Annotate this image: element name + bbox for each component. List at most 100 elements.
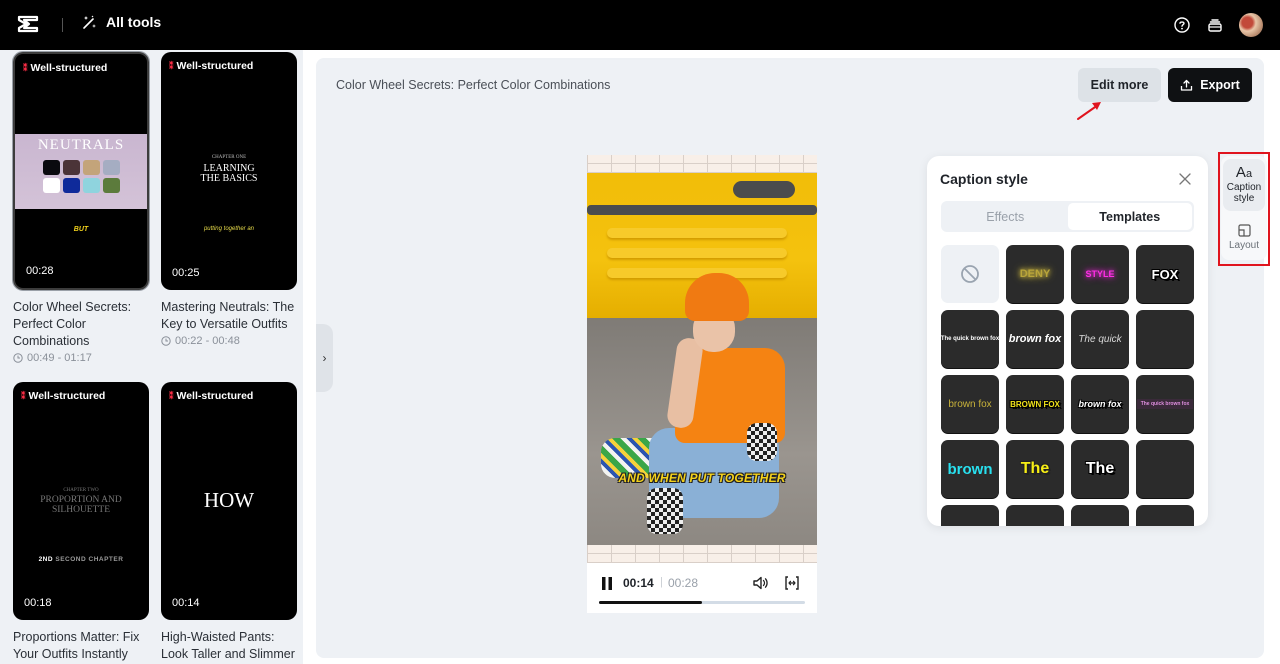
caption-template[interactable]: brown bbox=[941, 440, 999, 498]
clip-title[interactable]: Mastering Neutrals: The Key to Versatile… bbox=[161, 299, 297, 333]
layout-icon bbox=[1237, 224, 1251, 237]
thumbnail-caption: putting together an bbox=[203, 226, 255, 232]
caption-template[interactable] bbox=[1006, 505, 1064, 526]
tool-rail-highlight: Aa Caption style Layout bbox=[1218, 152, 1270, 266]
caption-template[interactable]: DENY bbox=[1006, 245, 1064, 303]
annotation-arrow-icon bbox=[1077, 102, 1101, 120]
template-preview-text: BROWN FOX bbox=[1010, 399, 1060, 409]
caption-template[interactable]: The quick brown fox bbox=[1136, 375, 1194, 433]
thumbnail-neutrals-palette: NEUTRALS bbox=[15, 134, 147, 209]
caption-template[interactable]: brown fox bbox=[1071, 375, 1129, 433]
inbox-tray-icon[interactable] bbox=[1207, 17, 1223, 33]
sparkle-icon: ⁑ bbox=[169, 390, 173, 401]
video-top-border bbox=[587, 155, 817, 173]
caption-tabs: Effects Templates bbox=[941, 201, 1194, 232]
thumbnail-heading: HOW bbox=[203, 488, 255, 512]
template-preview-text: DENY bbox=[1019, 268, 1051, 280]
rail-item-caption-style[interactable]: Aa Caption style bbox=[1223, 159, 1265, 211]
caption-template[interactable] bbox=[1071, 505, 1129, 526]
quality-badge: ⁑ Well-structured bbox=[23, 62, 108, 74]
volume-icon[interactable] bbox=[752, 575, 769, 591]
caption-template[interactable]: The quick bbox=[1071, 310, 1129, 368]
close-icon[interactable] bbox=[1178, 172, 1192, 186]
clip-title[interactable]: High-Waisted Pants: Look Taller and Slim… bbox=[161, 629, 297, 663]
template-preview-text: brown fox bbox=[948, 398, 992, 410]
caption-panel-title: Caption style bbox=[940, 171, 1028, 187]
clip-card[interactable]: ⁑ Well-structured CHAPTER TWO PROPORTION… bbox=[13, 382, 149, 663]
clip-thumbnail[interactable]: ⁑ Well-structured CHAPTER ONE LEARNING T… bbox=[161, 52, 297, 290]
rail-item-layout[interactable]: Layout bbox=[1223, 218, 1265, 256]
chevron-right-icon: › bbox=[322, 351, 327, 365]
color-swatch bbox=[103, 178, 120, 193]
template-preview-text: The quick bbox=[1078, 333, 1122, 345]
color-swatch bbox=[103, 160, 120, 175]
clip-duration: 00:18 bbox=[24, 597, 52, 609]
clip-card[interactable]: ⁑ Well-structured CHAPTER ONE LEARNING T… bbox=[161, 52, 297, 347]
sparkle-icon: ⁑ bbox=[21, 390, 25, 401]
caption-template[interactable] bbox=[941, 505, 999, 526]
video-player: AND WHEN PUT TOGETHER 00:14 | 00:28 bbox=[587, 155, 817, 613]
edit-more-button[interactable]: Edit more bbox=[1078, 68, 1161, 102]
clip-thumbnail[interactable]: ⁑ Well-structured CHAPTER TWO PROPORTION… bbox=[13, 382, 149, 620]
clip-thumbnail[interactable]: ⁑ Well-structured HOW 00:14 bbox=[161, 382, 297, 620]
caption-template[interactable]: BROWN FOX bbox=[1006, 375, 1064, 433]
color-swatch bbox=[63, 160, 80, 175]
clip-card[interactable]: ⁑ Well-structured NEUTRALS BUT 00:28 Col… bbox=[12, 51, 150, 364]
template-none[interactable] bbox=[941, 245, 999, 303]
thumbnail-heading: LEARNING THE BASICS bbox=[200, 163, 258, 184]
color-swatch bbox=[83, 160, 100, 175]
top-bar: All tools bbox=[0, 0, 1280, 50]
caption-template[interactable]: The bbox=[1006, 440, 1064, 498]
template-preview-text: The quick brown fox bbox=[941, 336, 999, 342]
fit-screen-icon[interactable] bbox=[784, 575, 800, 591]
color-swatch-grid bbox=[43, 160, 120, 193]
caption-style-panel: Caption style Effects Templates DENY STYL… bbox=[927, 156, 1208, 526]
video-subtitle: AND WHEN PUT TOGETHER bbox=[618, 471, 786, 485]
sidebar-collapse-toggle[interactable]: › bbox=[316, 324, 333, 392]
pause-icon[interactable] bbox=[601, 577, 613, 590]
clock-icon bbox=[161, 336, 171, 346]
caption-template[interactable] bbox=[1136, 310, 1194, 368]
tab-effects[interactable]: Effects bbox=[943, 203, 1068, 230]
caption-template[interactable] bbox=[1136, 440, 1194, 498]
template-preview-text: The bbox=[1020, 460, 1050, 477]
caption-template[interactable]: brown fox bbox=[1006, 310, 1064, 368]
no-style-icon bbox=[961, 265, 979, 283]
topbar-divider bbox=[62, 18, 63, 32]
video-frame[interactable]: AND WHEN PUT TOGETHER bbox=[587, 155, 817, 563]
tool-rail: Aa Caption style Layout bbox=[1221, 156, 1267, 260]
all-tools-label: All tools bbox=[106, 14, 162, 30]
clip-list-sidebar: ⁑ Well-structured NEUTRALS BUT 00:28 Col… bbox=[0, 50, 303, 664]
player-controls: 00:14 | 00:28 bbox=[587, 563, 817, 613]
clip-title[interactable]: Color Wheel Secrets: Perfect Color Combi… bbox=[13, 299, 149, 350]
playback-progress-bar[interactable] bbox=[599, 601, 805, 604]
color-swatch bbox=[83, 178, 100, 193]
thumbnail-caption: 2ND SECOND CHAPTER bbox=[38, 556, 124, 563]
tab-templates[interactable]: Templates bbox=[1067, 203, 1192, 230]
export-button[interactable]: Export bbox=[1168, 68, 1252, 102]
help-circle-icon[interactable] bbox=[1174, 17, 1190, 33]
clip-card[interactable]: ⁑ Well-structured HOW 00:14 High-Waisted… bbox=[161, 382, 297, 663]
caption-template[interactable]: brown fox bbox=[941, 375, 999, 433]
caption-template-grid: DENY STYLE FOX The quick brown fox brown fox… bbox=[941, 245, 1194, 526]
capcut-logo-icon[interactable] bbox=[17, 15, 39, 35]
sparkle-icon: ⁑ bbox=[169, 60, 173, 71]
template-preview-text: The quick brown fox bbox=[1136, 399, 1194, 409]
video-scene: AND WHEN PUT TOGETHER bbox=[587, 173, 817, 545]
clip-thumbnail[interactable]: ⁑ Well-structured NEUTRALS BUT 00:28 bbox=[12, 51, 150, 291]
playback-progress-fill bbox=[599, 601, 702, 604]
caption-template[interactable]: FOX bbox=[1136, 245, 1194, 303]
all-tools-button[interactable]: All tools bbox=[82, 14, 161, 30]
clip-title[interactable]: Proportions Matter: Fix Your Outfits Ins… bbox=[13, 629, 149, 663]
quality-badge: ⁑ Well-structured bbox=[169, 390, 254, 402]
magic-wand-icon bbox=[83, 15, 96, 29]
caption-template[interactable]: The quick brown fox bbox=[941, 310, 999, 368]
template-preview-text: The bbox=[1085, 460, 1115, 477]
user-avatar[interactable] bbox=[1239, 13, 1263, 37]
caption-template[interactable] bbox=[1136, 505, 1194, 526]
template-preview-text: FOX bbox=[1151, 266, 1179, 282]
caption-template[interactable]: STYLE bbox=[1071, 245, 1129, 303]
caption-template[interactable]: The bbox=[1071, 440, 1129, 498]
clip-duration: 00:25 bbox=[172, 267, 200, 279]
car-rib bbox=[607, 228, 787, 238]
